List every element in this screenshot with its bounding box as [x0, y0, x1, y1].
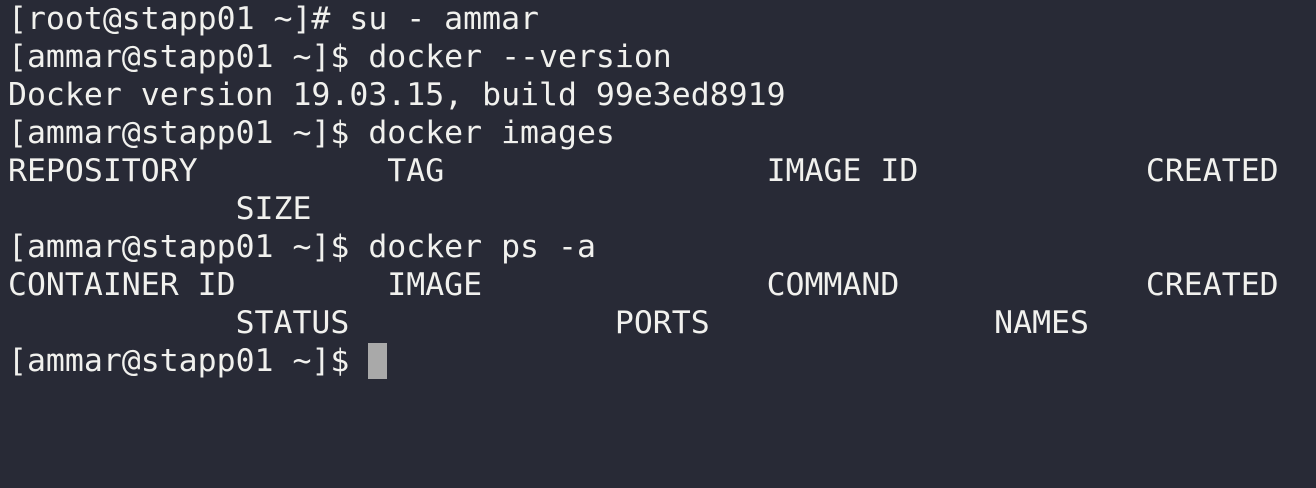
terminal-line: Docker version 19.03.15, build 99e3ed891…: [8, 77, 786, 113]
terminal-line: SIZE: [8, 191, 312, 227]
terminal-line: [root@stapp01 ~]# su - ammar: [8, 1, 540, 37]
prompt: [ammar@stapp01 ~]$: [8, 343, 369, 379]
terminal-prompt-line[interactable]: [ammar@stapp01 ~]$: [8, 342, 1308, 380]
terminal-output[interactable]: [root@stapp01 ~]# su - ammar [ammar@stap…: [8, 0, 1308, 380]
terminal-line: REPOSITORY TAG IMAGE ID CREATED: [8, 153, 1279, 189]
terminal-line: CONTAINER ID IMAGE COMMAND CREATED: [8, 267, 1279, 303]
terminal-line: [ammar@stapp01 ~]$ docker --version: [8, 39, 672, 75]
text-cursor: [368, 343, 388, 379]
terminal-line: STATUS PORTS NAMES: [8, 305, 1089, 341]
terminal-line: [ammar@stapp01 ~]$ docker images: [8, 115, 615, 151]
terminal-line: [ammar@stapp01 ~]$ docker ps -a: [8, 229, 596, 265]
